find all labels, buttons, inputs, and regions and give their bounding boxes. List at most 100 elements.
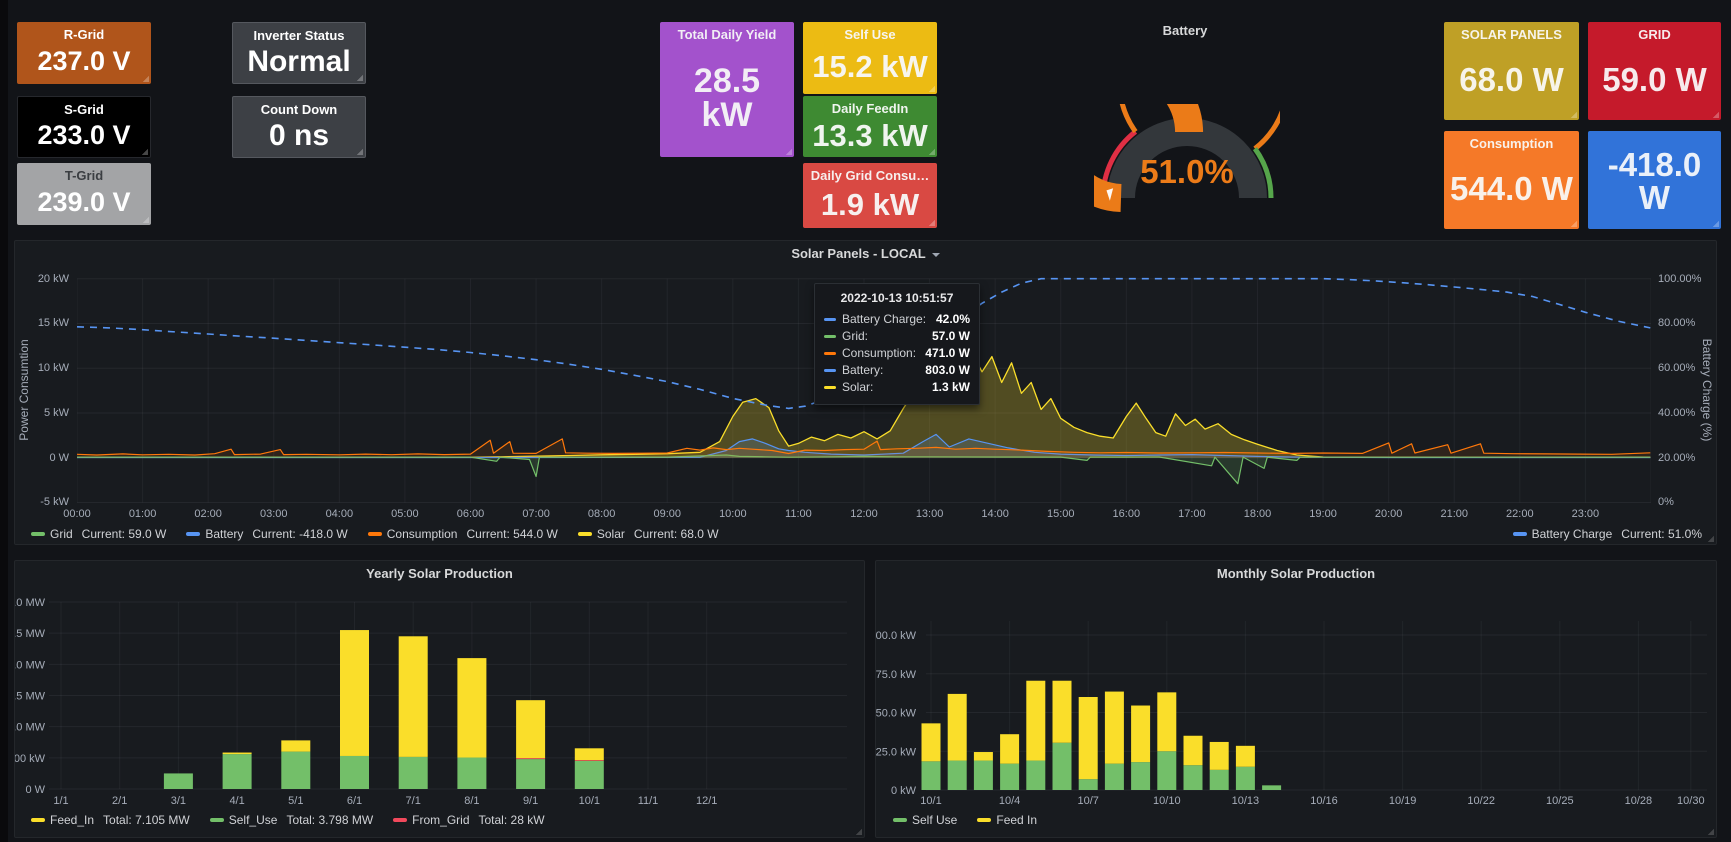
legend-item-feed-in[interactable]: Feed_InTotal: 7.105 MW <box>31 813 190 827</box>
legend-color-dash <box>368 532 382 536</box>
x-axis-tick: 10/7 <box>1077 795 1098 807</box>
monthly-bar-chart[interactable]: 100.0 kW75.0 kW50.0 kW25.0 kW0 kW10/110/… <box>876 561 1718 839</box>
bar-self-use-10-3 <box>974 761 993 790</box>
x-axis-tick: 21:00 <box>1432 507 1476 521</box>
stat-value: 28.5 kW <box>664 42 790 154</box>
bar-self_use-7-1 <box>399 757 428 789</box>
legend-value: Current: 68.0 W <box>634 527 719 541</box>
tooltip-series-dash <box>824 318 836 321</box>
legend-value: Total: 3.798 MW <box>286 813 373 827</box>
chart-legend: Feed_InTotal: 7.105 MW Self_UseTotal: 3.7… <box>31 813 545 827</box>
y-axis-tick: 20 kW <box>15 272 69 286</box>
stat-self-use[interactable]: Self Use 15.2 kW <box>803 22 937 94</box>
x-axis-tick: 9/1 <box>523 795 538 807</box>
stat-s-grid[interactable]: S-Grid 233.0 V <box>17 96 151 158</box>
legend-value: Current: 51.0% <box>1621 527 1702 541</box>
legend-item-self-use[interactable]: Self Use <box>893 813 957 827</box>
bar-self-use-10-8 <box>1105 764 1124 790</box>
stat-r-grid[interactable]: R-Grid 237.0 V <box>17 22 151 84</box>
stat-value: 59.0 W <box>1592 42 1717 117</box>
tooltip-series-value: 471.0 W <box>925 345 970 362</box>
legend-value: Current: -418.0 W <box>252 527 347 541</box>
stat-value: 0 ns <box>237 117 361 154</box>
bar-feed-in-10-3 <box>974 752 993 761</box>
legend-value: Total: 28 kW <box>479 813 545 827</box>
y-axis-tick: 1.5 MW <box>15 690 46 702</box>
legend-color-dash <box>1513 532 1527 536</box>
tooltip-rows: Battery Charge:42.0%Grid:57.0 WConsumpti… <box>824 311 970 396</box>
stat-value: 1.9 kW <box>807 183 933 225</box>
stat-t-grid[interactable]: T-Grid 239.0 V <box>17 163 151 225</box>
chart-legend-right: Battery ChargeCurrent: 51.0% <box>1513 527 1702 541</box>
bar-self_use-5-1 <box>281 752 310 789</box>
tooltip-timestamp: 2022-10-13 10:51:57 <box>824 291 970 305</box>
legend-item-feed-in[interactable]: Feed In <box>977 813 1037 827</box>
x-axis-tick: 10/1 <box>920 795 941 807</box>
tooltip-series-dash <box>824 369 836 372</box>
y-axis-tick: 0 W <box>15 451 69 465</box>
legend-label: Feed_In <box>50 813 94 827</box>
panel-yearly-solar-production: Yearly Solar Production 3.0 MW2.5 MW2.0 … <box>14 560 865 838</box>
x-axis-tick: 19:00 <box>1301 507 1345 521</box>
stat-title: Self Use <box>844 27 895 42</box>
legend-item-grid[interactable]: GridCurrent: 59.0 W <box>31 527 166 541</box>
y-axis-tick: 25.0 kW <box>876 746 917 758</box>
legend-item-battery[interactable]: BatteryCurrent: -418.0 W <box>186 527 347 541</box>
bar-feed_in-9-1 <box>516 700 545 758</box>
x-axis-tick: 10/13 <box>1232 795 1260 807</box>
bar-feed-in-10-7 <box>1079 697 1098 779</box>
bar-self-use-10-5 <box>1026 761 1045 790</box>
y-axis-tick: 100.0 kW <box>876 630 917 642</box>
stat-solar-panels[interactable]: SOLAR PANELS 68.0 W <box>1444 22 1579 120</box>
bar-feed-in-10-5 <box>1026 681 1045 761</box>
bar-self_use-8-1 <box>457 758 486 789</box>
x-axis-tick: 10/10 <box>1153 795 1181 807</box>
legend-label: Consumption <box>387 527 458 541</box>
legend-label: Feed In <box>996 813 1037 827</box>
legend-label: From_Grid <box>412 813 469 827</box>
legend-item-battery-charge[interactable]: Battery ChargeCurrent: 51.0% <box>1513 527 1702 541</box>
bar-feed-in-10-10 <box>1157 692 1176 751</box>
legend-item-solar[interactable]: SolarCurrent: 68.0 W <box>578 527 719 541</box>
tooltip-series-dash <box>824 352 836 355</box>
stat-title: Inverter Status <box>253 28 344 43</box>
bar-self_use-4-1 <box>223 754 252 789</box>
legend-item-from-grid[interactable]: From_Grid Total: 28 kW <box>393 813 544 827</box>
tooltip-series-label: Grid: <box>842 328 868 345</box>
bar-self-use-10-13 <box>1236 767 1255 790</box>
stat-total-daily-yield[interactable]: Total Daily Yield 28.5 kW <box>660 22 794 157</box>
stat-inverter-status[interactable]: Inverter Status Normal <box>232 22 366 84</box>
gauge-value: 51.0% <box>1107 153 1267 191</box>
legend-item-self-use[interactable]: Self_UseTotal: 3.798 MW <box>210 813 373 827</box>
stat-value: 237.0 V <box>21 42 147 81</box>
stat-title: Count Down <box>261 102 338 117</box>
stat-grid[interactable]: GRID 59.0 W <box>1588 22 1721 120</box>
stat-title: Total Daily Yield <box>678 27 777 42</box>
legend-value: Current: 59.0 W <box>82 527 167 541</box>
stat-daily-feedin[interactable]: Daily FeedIn 13.3 kW <box>803 96 937 157</box>
legend-value: Current: 544.0 W <box>466 527 557 541</box>
y-axis-tick: 1.0 MW <box>15 722 46 734</box>
bar-feed-in-10-9 <box>1131 706 1150 763</box>
stat-title: SOLAR PANELS <box>1461 27 1562 42</box>
yearly-bar-chart[interactable]: 3.0 MW2.5 MW2.0 MW1.5 MW1.0 MW500 kW0 W1… <box>15 561 866 839</box>
stat-value: 233.0 V <box>22 117 146 154</box>
x-axis-tick: 12:00 <box>842 507 886 521</box>
stat-consumption[interactable]: Consumption 544.0 W <box>1444 131 1579 229</box>
bar-feed_in-8-1 <box>457 658 486 757</box>
legend-color-dash <box>186 532 200 536</box>
stat-count-down[interactable]: Count Down 0 ns <box>232 96 366 158</box>
x-axis-tick: 08:00 <box>580 507 624 521</box>
y-axis-title-left: Power Consumtion <box>17 325 31 455</box>
x-axis-tick: 10/25 <box>1546 795 1574 807</box>
bar-self-use-10-10 <box>1157 751 1176 790</box>
bar-self_use-9-1 <box>516 759 545 789</box>
legend-item-consumption[interactable]: Consumption Current: 544.0 W <box>368 527 558 541</box>
stat-daily-grid-consumption[interactable]: Daily Grid Consu… 1.9 kW <box>803 163 937 228</box>
y-axis-tick: 50.0 kW <box>876 708 917 720</box>
x-axis-tick: 17:00 <box>1170 507 1214 521</box>
stat-battery[interactable]: -418.0 W <box>1588 131 1721 229</box>
battery-gauge-panel[interactable]: Battery 51.0% <box>950 14 1420 230</box>
x-axis-tick: 10/4 <box>999 795 1020 807</box>
panel-title-dropdown[interactable]: Solar Panels - LOCAL <box>791 246 939 261</box>
